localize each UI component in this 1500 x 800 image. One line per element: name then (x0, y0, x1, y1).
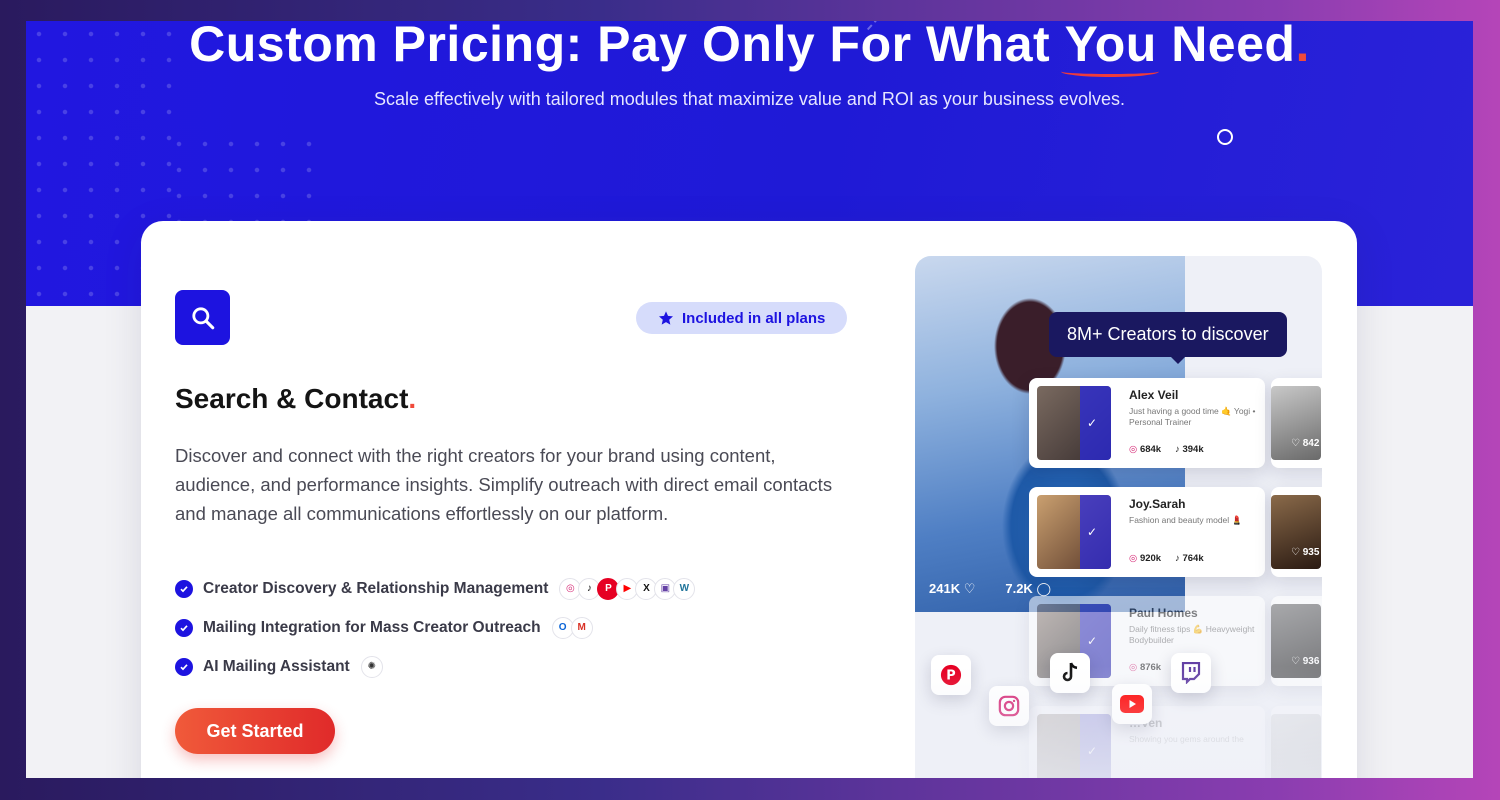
hero-subtitle: Scale effectively with tailored modules … (373, 89, 1126, 109)
check-icon (175, 579, 193, 598)
check-icon: ✓ (1086, 744, 1097, 758)
side-stat: ♡ 842 (1291, 438, 1319, 449)
hero-title-highlight: You (1060, 21, 1160, 77)
included-badge-label: Included in all plans (682, 309, 826, 327)
heart-icon: ♡ (1291, 656, 1300, 667)
side-stat-value: 842 (1302, 438, 1320, 449)
creator-bio: Fashion and beauty model 💄 (1129, 515, 1243, 525)
creator-name: Joy.Sarah (1129, 497, 1186, 511)
creator-side-thumbnail: ♡ 936 (1271, 596, 1322, 686)
creator-side-thumbnail (1271, 706, 1322, 778)
mail-icons: O M (551, 616, 593, 639)
comments-stat: 7.2K ◯ (1005, 581, 1051, 597)
creator-stats: ◎ 920k ♪ 764k (1129, 553, 1204, 564)
check-icon (175, 657, 193, 676)
wordpress-icon: W (673, 577, 696, 600)
openai-icon: ✺ (360, 655, 383, 678)
creator-bio: Daily fitness tips 💪 Heavyweight Bodybui… (1129, 624, 1255, 645)
tiktok-icon: ♪ (1175, 444, 1180, 455)
creator-name: Alex Veil (1129, 388, 1179, 402)
feature-item: Creator Discovery & Relationship Managem… (175, 569, 696, 608)
creators-tooltip: 8M+ Creators to discover (1049, 312, 1287, 364)
side-stat-value: 935 (1302, 547, 1320, 558)
comments-count: 7.2K (1005, 581, 1033, 596)
creator-stats: ◎ 684k ♪ 394k (1129, 444, 1204, 455)
youtube-icon (1112, 684, 1152, 724)
hero-title: Custom Pricing: Pay Only For What You Ne… (26, 21, 1473, 77)
heart-icon: ♡ (1291, 438, 1300, 449)
hero-title-dot: . (1295, 21, 1310, 72)
instagram-icon (989, 686, 1029, 726)
module-description: Discover and connect with the right crea… (175, 445, 833, 524)
feature-label: AI Mailing Assistant (203, 657, 350, 675)
ai-icons: ✺ (360, 655, 383, 678)
creator-bio: Just having a good time 🤙 Yogi • Persona… (1129, 406, 1256, 427)
instagram-count: 876k (1139, 662, 1162, 673)
feature-item: Mailing Integration for Mass Creator Out… (175, 608, 695, 647)
check-icon: ✓ (1086, 634, 1097, 648)
tiktok-count: 394k (1182, 444, 1204, 455)
comment-icon: ◯ (1036, 581, 1052, 596)
heart-icon: ♡ (1291, 547, 1300, 558)
module-title-dot: . (408, 383, 417, 414)
instagram-icon: ◎ (1129, 444, 1138, 455)
instagram-count: 684k (1139, 444, 1162, 455)
photo-stats: 241K ♡ 7.2K ◯ (929, 581, 1051, 597)
tiktok-icon (1050, 653, 1090, 693)
svg-text:P: P (946, 669, 955, 684)
instagram-icon: ◎ (1129, 662, 1138, 673)
page-frame: Custom Pricing: Pay Only For What You Ne… (26, 21, 1473, 778)
heart-icon: ♡ (963, 581, 976, 596)
tiktok-stat: ♪ 764k (1175, 553, 1204, 564)
tiktok-stat: ♪ 394k (1175, 444, 1204, 455)
feature-label: Creator Discovery & Relationship Managem… (203, 579, 549, 597)
gmail-icon: M (570, 616, 593, 639)
tiktok-count: 764k (1182, 553, 1204, 564)
check-icon: ✓ (1086, 525, 1097, 539)
creator-side-thumbnail: ♡ 842 (1271, 378, 1322, 468)
twitch-icon (1171, 653, 1211, 693)
feature-list: Creator Discovery & Relationship Managem… (175, 569, 696, 686)
creator-discovery-visual: 241K ♡ 7.2K ◯ ✓ Alex Veil Just having a … (915, 256, 1322, 778)
check-icon: ✓ (1086, 416, 1097, 430)
included-badge: Included in all plans (636, 302, 848, 334)
check-icon (175, 618, 193, 637)
decorative-ring (1217, 129, 1233, 145)
module-title-text: Search & Contact (175, 383, 409, 414)
likes-count: 241K (929, 581, 961, 596)
search-icon (175, 290, 230, 345)
side-stat: ♡ 936 (1291, 656, 1319, 667)
instagram-stat: ◎ 876k (1129, 662, 1161, 673)
get-started-button[interactable]: Get Started (175, 708, 335, 754)
creator-thumbnail: ✓ (1037, 714, 1111, 778)
star-icon (659, 311, 673, 325)
instagram-stat: ◎ 920k (1129, 553, 1161, 564)
instagram-icon: ◎ (1129, 553, 1138, 564)
side-stat-value: 936 (1302, 656, 1320, 667)
creator-thumbnail: ✓ (1037, 386, 1111, 460)
hero-title-part1: Custom Pricing: Pay Only For What (189, 21, 1065, 72)
likes-stat: 241K ♡ (929, 581, 975, 597)
creator-card[interactable]: ✓ Joy.Sarah Fashion and beauty model 💄 ◎… (1029, 487, 1265, 577)
creator-name: Paul Homes (1129, 606, 1198, 620)
hero-title-part2: Need (1156, 21, 1296, 72)
module-title: Search & Contact. (175, 383, 416, 415)
creator-side-thumbnail: ♡ 935 (1271, 487, 1322, 577)
platform-icons: ◎ ♪ P ▶ X ▣ W (559, 577, 696, 600)
creator-bio: Showing you gems around the (1129, 734, 1244, 744)
instagram-stat: ◎ 684k (1129, 444, 1161, 455)
creator-image (1271, 714, 1321, 778)
instagram-count: 920k (1139, 553, 1162, 564)
creator-card[interactable]: ✓ Alex Veil Just having a good time 🤙 Yo… (1029, 378, 1265, 468)
side-stat: ♡ 935 (1291, 547, 1319, 558)
pricing-module-card: Included in all plans Search & Contact. … (141, 221, 1357, 778)
pinterest-icon: P (931, 655, 971, 695)
feature-label: Mailing Integration for Mass Creator Out… (203, 618, 541, 636)
feature-item: AI Mailing Assistant ✺ (175, 647, 695, 686)
creator-thumbnail: ✓ (1037, 495, 1111, 569)
tiktok-icon: ♪ (1175, 553, 1180, 564)
